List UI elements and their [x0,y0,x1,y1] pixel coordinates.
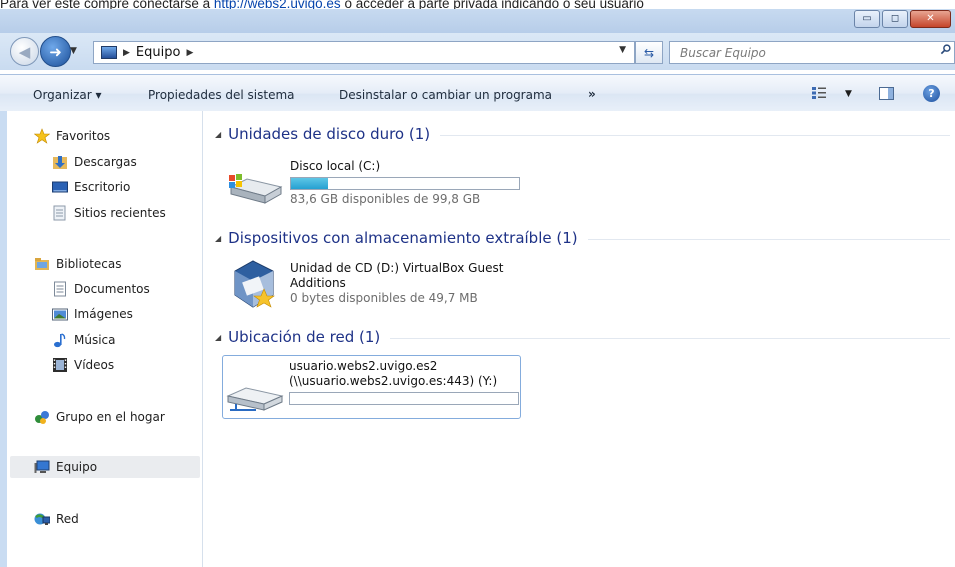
pictures-icon [52,308,68,321]
nav-item-musica[interactable]: Música [52,330,116,350]
group-title: Ubicación de red (1) [228,328,381,346]
drive-name: Disco local (C:) [290,159,381,173]
drive-free-space: 83,6 GB disponibles de 99,8 GB [290,192,481,206]
drive-cd-d[interactable]: Unidad de CD (D:) VirtualBox Guest Addit… [225,257,545,317]
nav-label: Equipo [56,460,98,474]
nav-item-red[interactable]: Red [34,509,79,529]
command-bar: Organizar ▾ Propiedades del sistema Desi… [0,74,955,112]
minimize-button[interactable]: ▭ [854,10,880,28]
nav-label: Escritorio [74,180,131,194]
window-controls: ▭ ◻ ✕ [854,10,951,28]
collapse-triangle-icon[interactable]: ◢ [215,333,221,342]
more-commands-button[interactable]: » [588,87,596,101]
nav-label: Red [56,512,79,526]
organize-button[interactable]: Organizar ▾ [33,88,102,102]
network-icon [34,513,50,525]
window-caption [0,9,955,33]
homegroup-icon [35,411,49,424]
forward-button[interactable]: ➜ [40,36,71,67]
network-drive-name-line1: usuario.webs2.uvigo.es2 [289,359,438,373]
network-drive-usage-bar [289,392,519,405]
music-icon [54,333,66,348]
drive-name-line2: Additions [290,276,346,290]
computer-icon [101,46,117,59]
content-pane: ◢ Unidades de disco duro (1) Disco local… [203,111,955,567]
libraries-icon [35,258,49,270]
collapse-triangle-icon[interactable]: ◢ [215,130,221,139]
change-view-icon[interactable] [812,87,826,99]
navigation-pane: Favoritos Descargas Escritorio Sitios re… [7,111,203,567]
view-options-chevron-down-icon[interactable]: ▼ [845,89,852,99]
nav-item-imagenes[interactable]: Imágenes [52,304,133,324]
drive-usage-fill [291,178,328,189]
hard-drive-icon [229,174,283,204]
downloads-folder-icon [53,156,67,169]
window-frame-left [0,111,7,567]
system-properties-button[interactable]: Propiedades del sistema [148,88,295,102]
videos-icon [53,358,67,372]
preview-pane-icon[interactable] [879,87,894,100]
help-icon[interactable]: ? [923,85,940,102]
nav-item-descargas[interactable]: Descargas [52,152,137,172]
nav-label: Imágenes [74,307,133,321]
refresh-button[interactable]: ⇆ [635,41,663,64]
nav-label: Sitios recientes [74,206,166,220]
group-title: Unidades de disco duro (1) [228,125,431,143]
search-input[interactable] [678,42,922,63]
nav-item-sitios-recientes[interactable]: Sitios recientes [52,203,166,223]
documents-icon [54,281,66,297]
drive-name-line1: Unidad de CD (D:) VirtualBox Guest [290,261,504,275]
address-row: ◀ ➜ ▼ ▶ Equipo ▶ ▼ ⇆ [0,33,955,70]
nav-item-favoritos[interactable]: Favoritos [34,126,110,146]
nav-item-equipo[interactable]: Equipo [10,456,200,478]
desktop-icon [52,181,68,193]
maximize-button[interactable]: ◻ [882,10,908,28]
uninstall-program-button[interactable]: Desinstalar o cambiar un programa [339,88,552,102]
nav-label: Descargas [74,155,137,169]
address-history-dropdown-icon[interactable]: ▼ [619,45,626,55]
breadcrumb-separator-icon[interactable]: ▶ [186,48,193,58]
network-drive-name-line2: (\\usuario.webs2.uvigo.es:443) (Y:) [289,374,498,388]
nav-label: Favoritos [56,129,111,143]
nav-label: Grupo en el hogar [56,410,165,424]
nav-item-documentos[interactable]: Documentos [52,279,150,299]
group-header-red[interactable]: ◢ Ubicación de red (1) [215,328,950,346]
group-header-extraibles[interactable]: ◢ Dispositivos con almacenamiento extraí… [215,229,950,247]
virtualbox-cd-icon [234,260,275,308]
breadcrumb-equipo[interactable]: Equipo [136,45,181,60]
nav-label: Documentos [74,282,150,296]
group-divider [390,337,950,339]
group-title: Dispositivos con almacenamiento extraíbl… [228,229,578,247]
recent-pages-dropdown-icon[interactable]: ▼ [70,46,77,56]
nav-item-videos[interactable]: Vídeos [52,355,114,375]
back-button[interactable]: ◀ [10,37,39,66]
nav-item-bibliotecas[interactable]: Bibliotecas [34,254,121,274]
search-box[interactable] [669,41,955,64]
collapse-triangle-icon[interactable]: ◢ [215,234,221,243]
address-bar[interactable]: ▶ Equipo ▶ ▼ [93,41,635,64]
nav-label: Música [74,333,116,347]
recent-places-icon [53,205,66,221]
nav-label: Bibliotecas [56,257,122,271]
computer-icon [34,460,50,473]
search-icon[interactable] [940,44,951,55]
group-divider [440,134,950,136]
group-divider [587,238,950,240]
breadcrumb-separator-icon[interactable]: ▶ [123,48,130,58]
nav-item-grupo-hogar[interactable]: Grupo en el hogar [34,407,165,427]
drive-usage-bar [290,177,520,190]
star-icon [34,128,50,144]
network-drive-icon [226,387,284,411]
network-drive-y[interactable]: usuario.webs2.uvigo.es2 (\\usuario.webs2… [222,355,521,419]
nav-label: Vídeos [74,358,115,372]
nav-item-escritorio[interactable]: Escritorio [52,177,130,197]
close-button[interactable]: ✕ [910,10,951,28]
drive-local-c[interactable]: Disco local (C:) 83,6 GB disponibles de … [225,155,545,215]
drive-free-space: 0 bytes disponibles de 49,7 MB [290,291,478,305]
group-header-discos[interactable]: ◢ Unidades de disco duro (1) [215,125,950,143]
